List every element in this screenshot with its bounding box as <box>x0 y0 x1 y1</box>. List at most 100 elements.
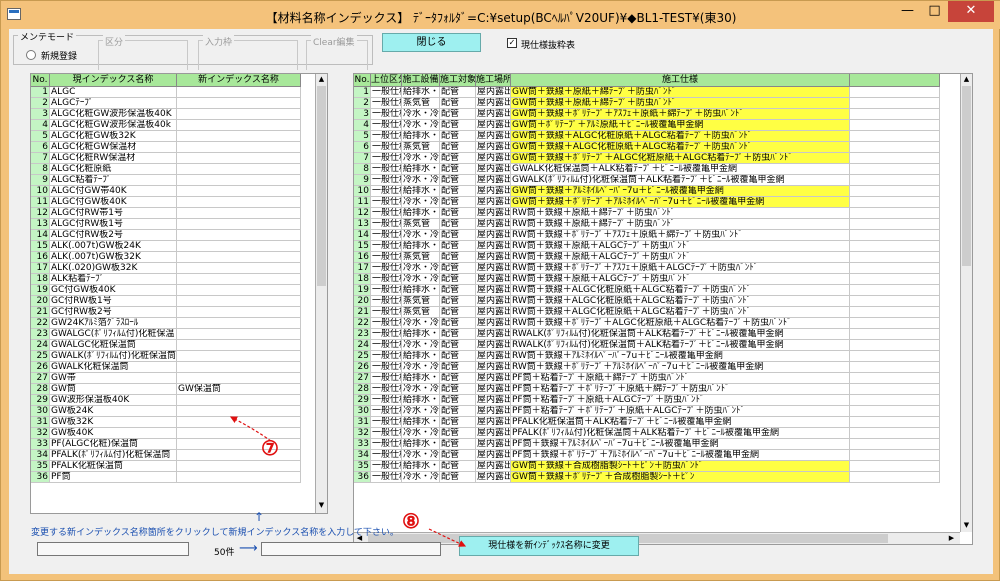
table-row[interactable]: 25一般仕様給排水・衛配管屋内露出RW筒＋鉄線＋ｱﾙﾐﾎｲﾙﾍﾟｰﾊﾟｰ7u＋ﾋ… <box>354 351 940 362</box>
new-index-name-cell[interactable] <box>177 439 301 449</box>
spec-grid-vscrollbar[interactable]: ▲ ▼ <box>960 74 972 532</box>
table-row[interactable]: 18一般仕様冷水・冷温配管屋内露出RW筒＋鉄線＋原紙＋ALGCﾃｰﾌﾟ＋防虫ﾊﾞ… <box>354 274 940 285</box>
index-grid-scrollbar[interactable]: ▲ ▼ <box>315 74 327 513</box>
table-row[interactable]: 29一般仕様給排水・衛配管屋内露出PF筒＋粘着ﾃｰﾌﾟ＋原紙＋ALGCﾃｰﾌﾟ＋… <box>354 395 940 406</box>
new-registration-radio[interactable] <box>26 50 36 60</box>
scroll-thumb[interactable] <box>962 86 971 266</box>
table-row[interactable]: 30 GW板24K <box>31 406 301 417</box>
table-row[interactable]: 7 ALGC化粧RW保温材 <box>31 153 301 164</box>
table-row[interactable]: 8 ALGC化粧原紙 <box>31 164 301 175</box>
new-index-name-cell[interactable] <box>177 98 301 108</box>
table-row[interactable]: 12 ALGC付RW帯1号 <box>31 208 301 219</box>
table-row[interactable]: 26一般仕様冷水・冷温配管屋内露出RW筒＋鉄線＋ﾎﾟﾘﾃｰﾌﾟ＋ｱﾙﾐﾎｲﾙﾍﾟ… <box>354 362 940 373</box>
current-spec-checkbox[interactable]: ✓ <box>507 38 517 48</box>
table-row[interactable]: 8一般仕様給排水・衛配管屋内露出GWALK化粧保温筒＋ALK粘着ﾃｰﾌﾟ＋ﾋﾞﾆ… <box>354 164 940 175</box>
close-button[interactable]: 閉じる <box>382 33 481 52</box>
column-header[interactable]: 施工設備 <box>402 74 440 86</box>
table-row[interactable]: 13一般仕様蒸気管配管屋内露出RW筒＋鉄線＋原紙＋綿ﾃｰﾌﾟ＋防虫ﾊﾞﾝﾄﾞ <box>354 219 940 230</box>
table-row[interactable]: 3 ALGC化粧GW波形保温板40K <box>31 109 301 120</box>
new-index-name-cell[interactable] <box>177 197 301 207</box>
table-row[interactable]: 36一般仕様冷水・冷温配管屋内露出GW筒＋鉄線＋ﾎﾟﾘﾃｰﾌﾟ＋合成樹脂製ｼｰﾄ… <box>354 472 940 483</box>
new-index-name-cell[interactable] <box>177 472 301 482</box>
apply-new-index-button[interactable]: 現仕様を新ｲﾝﾃﾞｯｸｽ名称に変更 <box>459 536 639 556</box>
table-row[interactable]: 14一般仕様冷水・冷温配管屋内露出RW筒＋鉄線＋ﾎﾟﾘﾃｰﾌﾟ＋ｱｽﾌｪ＋原紙＋… <box>354 230 940 241</box>
new-index-name-cell[interactable] <box>177 142 301 152</box>
table-row[interactable]: 5 ALGC化粧GW板32K <box>31 131 301 142</box>
new-index-name-cell[interactable] <box>177 208 301 218</box>
new-index-name-cell[interactable] <box>177 274 301 284</box>
table-row[interactable]: 3一般仕様冷水・冷温配管屋内露出GW筒＋鉄線＋ﾎﾟﾘﾃｰﾌﾟ＋ｱｽﾌｪ＋原紙＋綿… <box>354 109 940 120</box>
table-row[interactable]: 13 ALGC付RW板1号 <box>31 219 301 230</box>
table-row[interactable]: 21 GC付RW板2号 <box>31 307 301 318</box>
table-row[interactable]: 36 PF筒 <box>31 472 301 483</box>
new-index-name-cell[interactable] <box>177 263 301 273</box>
new-index-name-cell[interactable] <box>177 131 301 141</box>
spec-grid-hscrollbar[interactable]: ◀ ▶ <box>354 532 960 544</box>
table-row[interactable]: 9一般仕様冷水・冷温配管屋内露出GWALK(ﾎﾟﾘﾌｨﾙﾑ付)化粧保温筒＋ALK… <box>354 175 940 186</box>
column-header[interactable]: 施工場所 <box>476 74 511 86</box>
close-window-button[interactable]: ✕ <box>948 1 994 22</box>
table-row[interactable]: 20一般仕様蒸気管配管屋内露出RW筒＋鉄線＋ALGC化粧原紙＋ALGC粘着ﾃｰﾌ… <box>354 296 940 307</box>
minimize-button[interactable]: — <box>894 1 921 22</box>
table-row[interactable]: 2一般仕様蒸気管配管屋内露出GW筒＋鉄線＋原紙＋綿ﾃｰﾌﾟ＋防虫ﾊﾞﾝﾄﾞ <box>354 98 940 109</box>
table-row[interactable]: 32一般仕様冷水・冷温配管屋内露出PFALK(ﾎﾟﾘﾌｨﾙﾑ付)化粧保温筒＋AL… <box>354 428 940 439</box>
table-row[interactable]: 10一般仕様給排水・衛配管屋内露出GW筒＋鉄線＋ｱﾙﾐﾎｲﾙﾍﾟｰﾊﾟｰ7u＋ﾋ… <box>354 186 940 197</box>
new-index-name-cell[interactable] <box>177 373 301 383</box>
new-index-name-cell[interactable] <box>177 120 301 130</box>
new-index-name-cell[interactable] <box>177 406 301 416</box>
scroll-up-icon[interactable]: ▲ <box>961 74 972 85</box>
new-name-box[interactable] <box>261 542 441 556</box>
scroll-up-icon[interactable]: ▲ <box>316 74 327 85</box>
table-row[interactable]: 15一般仕様給排水・衛配管屋内露出RW筒＋鉄線＋原紙＋ALGCﾃｰﾌﾟ＋防虫ﾊﾞ… <box>354 241 940 252</box>
new-index-name-cell[interactable] <box>177 395 301 405</box>
table-row[interactable]: 24 GWALGC化粧保温筒 <box>31 340 301 351</box>
table-row[interactable]: 31 GW板32K <box>31 417 301 428</box>
new-index-name-cell[interactable] <box>177 417 301 427</box>
new-index-name-cell[interactable] <box>177 340 301 350</box>
table-row[interactable]: 34一般仕様冷水・冷温配管屋内露出PF筒＋鉄線＋ﾎﾟﾘﾃｰﾌﾟ＋ｱﾙﾐﾎｲﾙﾍﾟ… <box>354 450 940 461</box>
table-row[interactable]: 14 ALGC付RW板2号 <box>31 230 301 241</box>
table-row[interactable]: 35 PFALK化粧保温筒 <box>31 461 301 472</box>
new-index-name-cell[interactable] <box>177 318 301 328</box>
table-row[interactable]: 17 ALK(.020)GW板32K <box>31 263 301 274</box>
table-row[interactable]: 19一般仕様給排水・衛配管屋内露出RW筒＋鉄線＋ALGC化粧原紙＋ALGC粘着ﾃ… <box>354 285 940 296</box>
column-header[interactable]: 上位区分 <box>371 74 402 86</box>
table-row[interactable]: 23一般仕様給排水・衛配管屋内露出RWALK(ﾎﾟﾘﾌｨﾙﾑ付)化粧保温筒＋AL… <box>354 329 940 340</box>
column-header[interactable]: No. <box>31 74 50 86</box>
table-row[interactable]: 22一般仕様冷水・冷温配管屋内露出RW筒＋鉄線＋ﾎﾟﾘﾃｰﾌﾟ＋ALGC化粧原紙… <box>354 318 940 329</box>
column-header[interactable]: 現インデックス名称 <box>50 74 177 86</box>
table-row[interactable]: 6 ALGC化粧GW保温材 <box>31 142 301 153</box>
new-index-name-cell[interactable] <box>177 329 301 339</box>
column-header[interactable]: 施工仕様 <box>511 74 850 86</box>
column-header[interactable]: 施工対象 <box>440 74 476 86</box>
maximize-button[interactable]: □ <box>921 1 948 22</box>
table-row[interactable]: 35一般仕様給排水・衛配管屋内露出GW筒＋鉄線＋合成樹脂製ｼｰﾄ＋ﾋﾟﾝ＋防虫ﾊ… <box>354 461 940 472</box>
table-row[interactable]: 23 GWALGC(ﾎﾟﾘﾌｨﾙﾑ付)化粧保温 <box>31 329 301 340</box>
new-index-name-cell[interactable] <box>177 450 301 460</box>
new-index-name-cell[interactable] <box>177 285 301 295</box>
table-row[interactable]: 25 GWALK(ﾎﾟﾘﾌｨﾙﾑ付)化粧保温筒 <box>31 351 301 362</box>
table-row[interactable]: 33一般仕様給排水・衛配管屋内露出PF筒＋鉄線＋ｱﾙﾐﾎｲﾙﾍﾟｰﾊﾟｰ7u＋ﾋ… <box>354 439 940 450</box>
table-row[interactable]: 9 ALGC粘着ﾃｰﾌﾟ <box>31 175 301 186</box>
new-index-name-cell[interactable] <box>177 351 301 361</box>
new-index-name-cell[interactable] <box>177 428 301 438</box>
table-row[interactable]: 12一般仕様給排水・衛配管屋内露出RW筒＋鉄線＋原紙＋綿ﾃｰﾌﾟ＋防虫ﾊﾞﾝﾄﾞ <box>354 208 940 219</box>
table-row[interactable]: 1 ALGC <box>31 87 301 98</box>
scroll-thumb[interactable] <box>317 86 326 286</box>
table-row[interactable]: 16一般仕様蒸気管配管屋内露出RW筒＋鉄線＋原紙＋ALGCﾃｰﾌﾟ＋防虫ﾊﾞﾝﾄ… <box>354 252 940 263</box>
new-index-name-cell[interactable] <box>177 230 301 240</box>
new-index-name-cell[interactable]: GW保温筒 <box>177 384 301 394</box>
table-row[interactable]: 4 ALGC化粧GW波形保温板40k <box>31 120 301 131</box>
new-index-name-cell[interactable] <box>177 307 301 317</box>
table-row[interactable]: 4一般仕様冷水・冷温配管屋内露出GW筒＋ﾎﾟﾘﾃｰﾌﾟ＋ｱﾙﾐ原紙＋ﾋﾞﾆｰﾙ被… <box>354 120 940 131</box>
table-row[interactable]: 6一般仕様蒸気管配管屋内露出GW筒＋鉄線＋ALGC化粧原紙＋ALGC粘着ﾃｰﾌﾟ… <box>354 142 940 153</box>
table-row[interactable]: 7一般仕様冷水・冷温配管屋内露出GW筒＋鉄線＋ﾎﾟﾘﾃｰﾌﾟ＋ALGC化粧原紙＋… <box>354 153 940 164</box>
table-row[interactable]: 5一般仕様給排水・衛配管屋内露出GW筒＋鉄線＋ALGC化粧原紙＋ALGC粘着ﾃｰ… <box>354 131 940 142</box>
table-row[interactable]: 29 GW波形保温板40K <box>31 395 301 406</box>
table-row[interactable]: 20 GC付RW板1号 <box>31 296 301 307</box>
table-row[interactable]: 2 ALGCﾃｰﾌﾟ <box>31 98 301 109</box>
new-index-name-cell[interactable] <box>177 241 301 251</box>
scroll-right-icon[interactable]: ▶ <box>946 533 957 544</box>
table-row[interactable]: 17一般仕様冷水・冷温配管屋内露出RW筒＋鉄線＋ﾎﾟﾘﾃｰﾌﾟ＋ｱｽﾌｪ＋原紙＋… <box>354 263 940 274</box>
table-row[interactable]: 30一般仕様冷水・冷温配管屋内露出PF筒＋粘着ﾃｰﾌﾟ＋ﾎﾟﾘﾃｰﾌﾟ＋原紙＋A… <box>354 406 940 417</box>
